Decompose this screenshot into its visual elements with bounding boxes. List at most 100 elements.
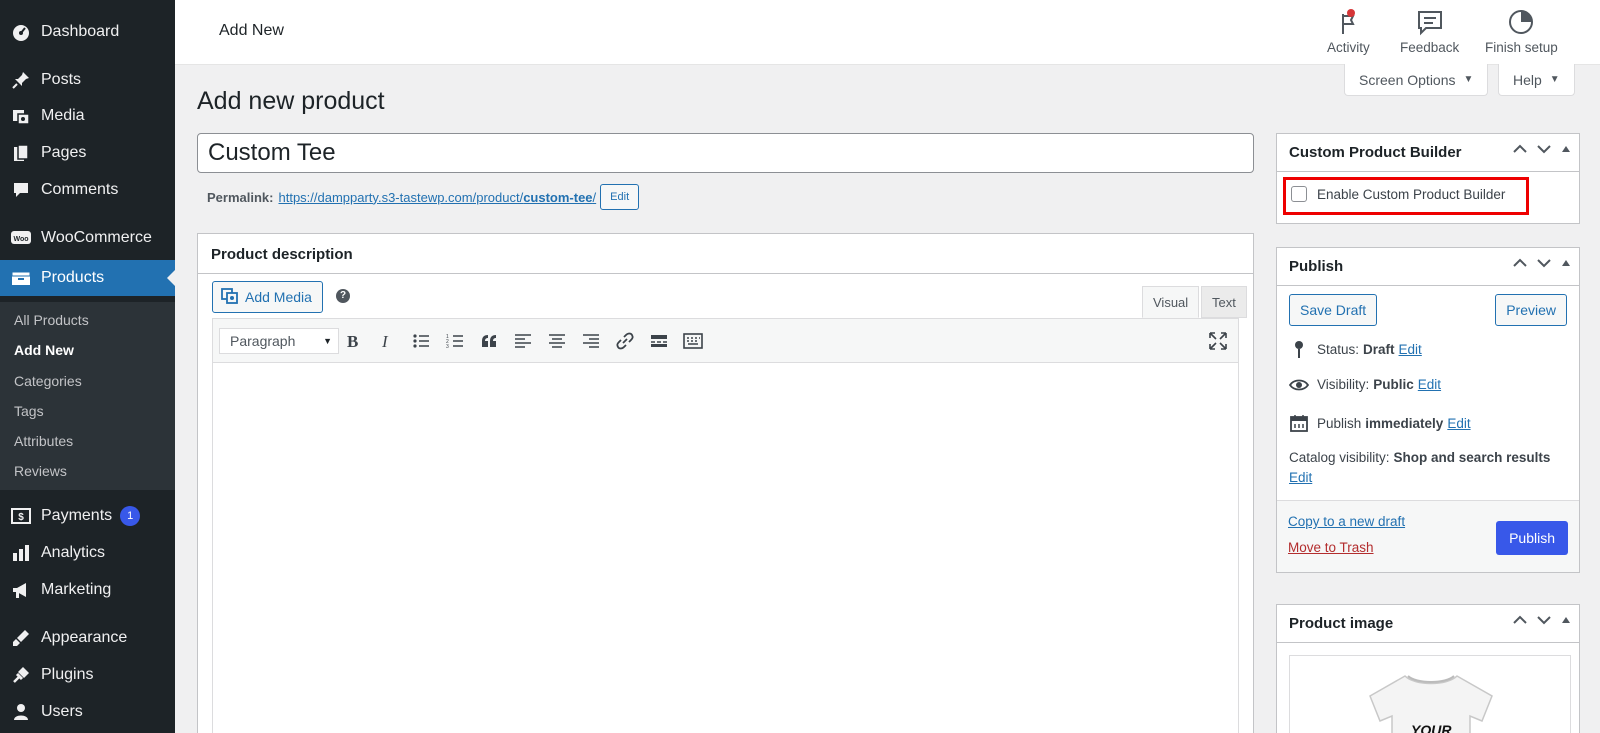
editor-area[interactable]: Paragraph ▼ B I 123 [212,318,1239,733]
finish-setup-label: Finish setup [1485,40,1558,55]
chevron-up-icon[interactable] [1513,615,1527,625]
calendar-icon [1289,414,1309,432]
collapse-toggle-icon[interactable] [1561,259,1571,267]
bold-icon[interactable]: B [343,331,363,351]
save-draft-button[interactable]: Save Draft [1289,294,1378,326]
publish-header: Publish [1277,248,1579,286]
sidebar-item-woocommerce[interactable]: Woo WooCommerce [0,220,175,256]
chevron-up-icon[interactable] [1513,258,1527,268]
status-edit-link[interactable]: Edit [1399,342,1422,357]
analytics-icon [10,542,32,564]
visibility-row: Visibility: Public Edit [1289,377,1441,392]
permalink-link[interactable]: https://dampparty.s3-tastewp.com/product… [278,190,596,205]
sidebar-item-appearance[interactable]: Appearance [0,620,175,656]
feedback-label: Feedback [1400,40,1460,55]
italic-icon[interactable]: I [377,331,397,351]
submenu-tags[interactable]: Tags [14,403,44,419]
tab-text[interactable]: Text [1201,286,1247,318]
sidebar-item-plugins[interactable]: Plugins [0,657,175,693]
sidebar-item-users[interactable]: Users [0,694,175,730]
screen-options-button[interactable]: Screen Options ▼ [1344,64,1489,96]
publish-date-value: immediately [1365,415,1444,431]
product-image-thumbnail[interactable]: YOUR [1289,655,1571,733]
fullscreen-icon[interactable] [1208,331,1228,354]
eye-icon [1289,378,1309,392]
publish-footer: Copy to a new draft Move to Trash Publis… [1277,500,1579,572]
sidebar-item-analytics[interactable]: Analytics [0,535,175,571]
dashboard-icon [10,21,32,43]
move-to-trash-link[interactable]: Move to Trash [1288,540,1374,555]
sidebar-item-products[interactable]: Products [0,260,175,296]
publish-button[interactable]: Publish [1496,521,1568,555]
read-more-icon[interactable] [649,331,669,351]
sidebar-item-comments[interactable]: Comments [0,172,175,208]
sidebar-item-marketing[interactable]: Marketing [0,572,175,608]
enable-custom-builder-checkbox[interactable] [1291,186,1307,202]
align-center-icon[interactable] [547,331,567,351]
custom-builder-header: Custom Product Builder [1277,134,1579,172]
product-title-input[interactable]: Custom Tee [197,133,1254,173]
submenu-all-products[interactable]: All Products [14,312,89,328]
align-left-icon[interactable] [513,331,533,351]
svg-text:3: 3 [446,344,449,349]
sidebar-item-label: WooCommerce [41,229,152,246]
chevron-down-icon[interactable] [1537,258,1551,268]
enable-custom-builder-row[interactable]: Enable Custom Product Builder [1291,186,1505,202]
sidebar-item-payments[interactable]: $ Payments 1 [0,498,175,534]
format-select[interactable]: Paragraph ▼ [219,328,339,354]
pages-icon [10,142,32,164]
catalog-visibility-label: Catalog visibility: [1289,450,1390,465]
submenu-categories[interactable]: Categories [14,373,82,389]
catalog-edit-row: Edit [1289,470,1312,485]
box-controls [1513,258,1571,268]
chevron-down-icon[interactable] [1537,144,1551,154]
toolbar-toggle-icon[interactable] [683,331,703,351]
collapse-toggle-icon[interactable] [1561,616,1571,624]
format-select-value: Paragraph [230,333,296,349]
status-label: Status: [1317,341,1360,357]
help-button[interactable]: Help ▼ [1498,64,1575,96]
visibility-edit-link[interactable]: Edit [1418,377,1441,392]
align-right-icon[interactable] [581,331,601,351]
user-icon [10,701,32,723]
publish-date-edit-link[interactable]: Edit [1447,416,1470,431]
help-label: Help [1513,71,1542,88]
sidebar-item-posts[interactable]: Posts [0,62,175,98]
sidebar-item-media[interactable]: Media [0,98,175,134]
publish-heading: Publish [1289,258,1344,275]
sidebar-item-label: Analytics [41,544,106,561]
sidebar-item-dashboard[interactable]: Dashboard [0,14,175,50]
permalink-edit-button[interactable]: Edit [600,184,640,210]
chevron-up-icon[interactable] [1513,144,1527,154]
activity-button[interactable]: Activity [1327,8,1370,55]
caret-down-icon: ▼ [1549,74,1560,85]
product-image-box: Product image YOUR [1276,604,1580,733]
bullet-list-icon[interactable] [411,331,431,351]
numbered-list-icon[interactable]: 123 [445,331,465,351]
submenu-attributes[interactable]: Attributes [14,433,73,449]
sidebar-item-label: Marketing [41,581,112,598]
catalog-visibility-edit-link[interactable]: Edit [1289,470,1312,485]
submenu-reviews[interactable]: Reviews [14,463,67,479]
box-controls [1513,144,1571,154]
copy-draft-link[interactable]: Copy to a new draft [1288,514,1405,529]
permalink-trailing: / [592,189,597,205]
collapse-toggle-icon[interactable] [1561,145,1571,153]
sidebar-item-label: Products [41,269,105,286]
link-icon[interactable] [615,331,635,351]
add-media-button[interactable]: Add Media [212,281,323,313]
feedback-button[interactable]: Feedback [1400,8,1459,55]
tab-visual[interactable]: Visual [1142,286,1200,318]
sidebar-item-label: Payments [41,507,113,524]
finish-setup-button[interactable]: Finish setup [1485,8,1558,55]
svg-text:Woo: Woo [13,236,28,243]
submenu-add-new[interactable]: Add New [14,342,74,358]
svg-text:B: B [347,333,358,349]
blockquote-icon[interactable] [479,331,499,351]
permalink-label: Permalink: [207,189,274,205]
help-icon[interactable]: ? [336,289,350,303]
media-icon [221,287,239,308]
chevron-down-icon[interactable] [1537,615,1551,625]
sidebar-item-pages[interactable]: Pages [0,135,175,171]
preview-button[interactable]: Preview [1495,294,1567,326]
